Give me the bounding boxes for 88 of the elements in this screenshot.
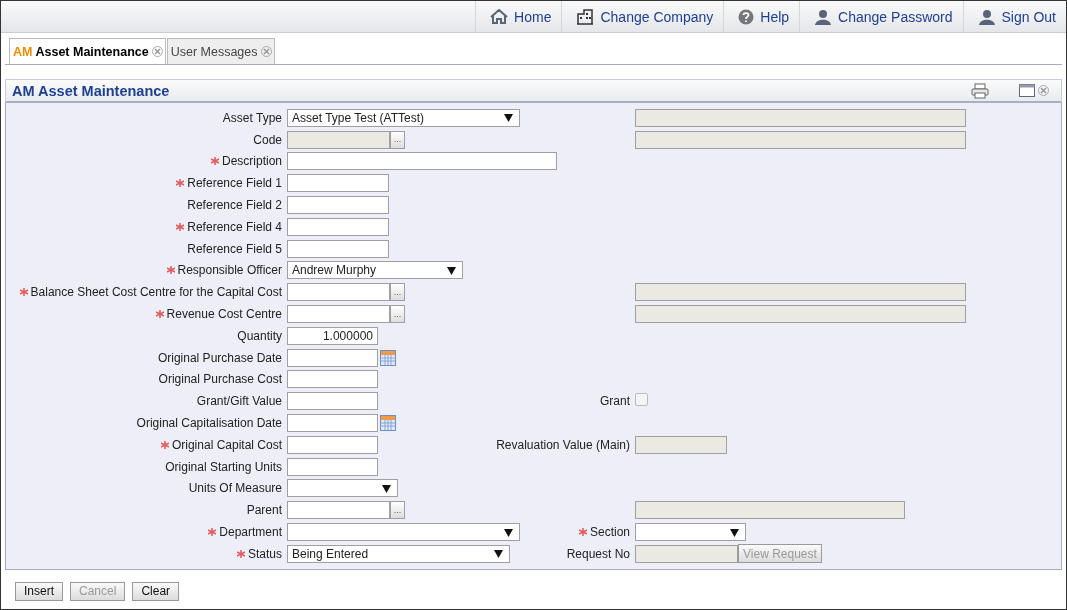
input-field[interactable] — [287, 501, 390, 520]
tab[interactable]: AM Asset Maintenance — [9, 38, 166, 64]
lookup-button[interactable]: ... — [390, 283, 405, 302]
required-icon — [208, 528, 217, 537]
required-icon — [236, 549, 245, 558]
field-label: Units Of Measure — [187, 481, 282, 496]
field-label: Code — [252, 132, 282, 147]
close-icon[interactable] — [1038, 85, 1049, 96]
required-icon — [19, 288, 28, 297]
dropdown[interactable] — [635, 523, 746, 542]
dropdown[interactable]: Being Entered — [287, 544, 510, 563]
field-label: Request No — [566, 546, 630, 561]
nav-link[interactable]: Change Company — [561, 1, 724, 32]
dropdown[interactable] — [287, 523, 520, 542]
checkbox[interactable] — [635, 393, 648, 407]
nav-link[interactable]: Change Password — [799, 1, 963, 32]
lookup-button[interactable]: ... — [390, 501, 405, 520]
field-label: Original Purchase Date — [156, 350, 282, 365]
dropdown[interactable] — [287, 479, 398, 498]
dropdown-arrow-icon — [504, 527, 513, 537]
nav-link[interactable]: Home — [475, 1, 562, 32]
input-field[interactable] — [287, 152, 557, 171]
form-button[interactable]: Insert — [15, 581, 63, 601]
required-icon — [176, 222, 185, 231]
field-label: Section — [578, 525, 630, 540]
calendar-icon[interactable] — [380, 349, 396, 366]
dropdown-arrow-icon — [382, 483, 391, 493]
input-field[interactable] — [287, 392, 378, 411]
building-icon — [576, 8, 595, 25]
field-label: Original Starting Units — [164, 459, 282, 474]
required-icon — [160, 440, 169, 449]
dropdown-arrow-icon — [730, 527, 739, 537]
dropdown-arrow-icon — [447, 265, 456, 275]
field-label: Reference Field 1 — [6, 176, 282, 191]
required-icon — [155, 310, 164, 319]
input-field[interactable] — [287, 196, 389, 215]
field-label: Reference Field 2 — [186, 198, 282, 213]
dropdown-arrow-icon — [504, 113, 513, 123]
user-icon — [814, 8, 833, 25]
user-icon — [977, 8, 996, 25]
required-icon — [210, 157, 219, 166]
close-icon[interactable] — [151, 46, 163, 57]
input-field[interactable] — [287, 435, 378, 454]
nav-link[interactable]: Help — [723, 1, 800, 32]
input-field[interactable] — [287, 283, 390, 302]
dropdown[interactable]: Asset Type Test (ATTest) — [287, 108, 520, 127]
field-label: Revenue Cost Centre — [6, 307, 282, 322]
close-icon[interactable] — [260, 46, 272, 57]
field-label: Reference Field 5 — [186, 241, 282, 256]
field-label: Grant — [600, 394, 630, 409]
home-icon — [490, 9, 509, 24]
window-icon[interactable] — [1019, 83, 1036, 98]
tab[interactable]: User Messages — [166, 38, 275, 64]
input-field[interactable] — [287, 239, 389, 258]
calendar-icon[interactable] — [380, 415, 396, 432]
field-label: Original Capitalisation Date — [135, 416, 282, 431]
field-label: Grant/Gift Value — [195, 394, 282, 409]
form-button[interactable]: Clear — [132, 581, 180, 601]
lookup-button[interactable]: ... — [390, 305, 405, 324]
field-label: Responsible Officer — [6, 263, 282, 278]
date-field[interactable] — [287, 348, 378, 367]
input-field[interactable] — [287, 457, 378, 476]
input-field[interactable] — [287, 174, 389, 193]
required-icon — [578, 528, 587, 537]
input-field[interactable]: 1.000000 — [287, 326, 378, 345]
field-label: Asset Type — [221, 110, 282, 125]
dropdown-arrow-icon — [494, 549, 503, 559]
required-icon — [166, 266, 175, 275]
date-field[interactable] — [287, 414, 378, 433]
field-label: Status — [6, 546, 282, 561]
print-icon[interactable] — [971, 82, 989, 99]
required-icon — [176, 179, 185, 188]
field-label: Parent — [245, 503, 282, 518]
field-label: Original Capital Cost — [6, 437, 282, 452]
field-label: Reference Field 4 — [6, 219, 282, 234]
field-label: Original Purchase Cost — [157, 372, 282, 387]
panel-title: AM Asset Maintenance — [12, 82, 171, 99]
field-label: Description — [6, 154, 282, 169]
input-field[interactable] — [287, 370, 378, 389]
input-field[interactable] — [287, 305, 390, 324]
nav-link[interactable]: Sign Out — [962, 1, 1066, 32]
field-label: Revaluation Value (Main) — [496, 437, 630, 452]
dropdown[interactable]: Andrew Murphy — [287, 261, 463, 280]
field-label: Balance Sheet Cost Centre for the Capital Cost — [6, 285, 282, 300]
field-label: Quantity — [236, 328, 282, 343]
input-field[interactable] — [287, 217, 389, 236]
field-label: Department — [6, 525, 282, 540]
help-icon — [738, 8, 755, 25]
